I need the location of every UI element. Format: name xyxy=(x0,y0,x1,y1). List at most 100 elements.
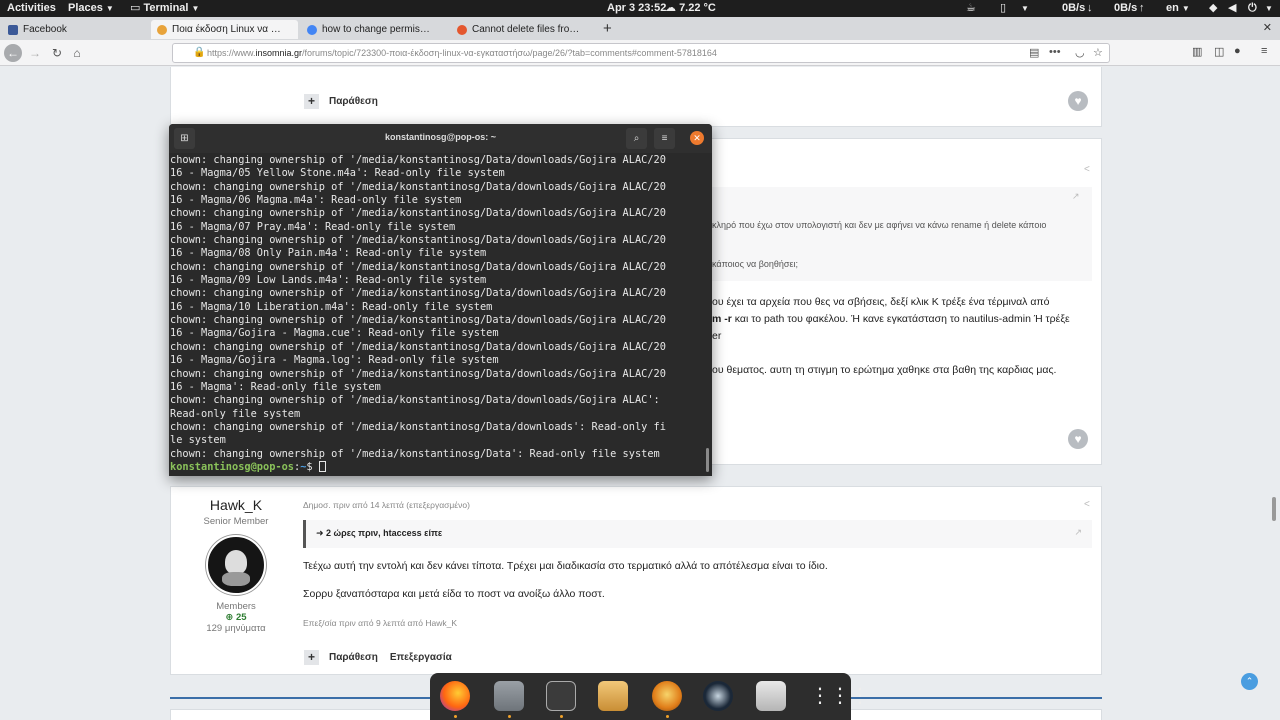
terminal-line: 16 - Magma/Gojira - Magma.cue': Read-onl… xyxy=(170,327,499,340)
back-button[interactable]: ← xyxy=(4,44,22,62)
close-window-icon[interactable]: ✕ xyxy=(1263,21,1272,34)
askubuntu-favicon-icon xyxy=(457,24,467,35)
terminal-line: chown: changing ownership of '/media/kon… xyxy=(170,180,666,193)
post-body-text: m -r και το path του φακέλου. Ή κανε εγκ… xyxy=(712,313,1070,325)
new-tab-button[interactable]: + xyxy=(603,20,612,37)
running-indicator xyxy=(454,715,457,718)
power-icon[interactable]: ⏻ xyxy=(1248,2,1257,15)
files-icon[interactable] xyxy=(494,681,524,711)
tab-askubuntu[interactable]: Cannot delete files from my ✕ xyxy=(451,20,599,39)
terminal-scrollbar[interactable] xyxy=(706,448,709,472)
sidebar-icon[interactable]: ◫ xyxy=(1214,45,1224,58)
quote-header[interactable]: ➜ 2 ώρες πριν, htaccess είπε xyxy=(316,528,442,539)
multiquote-button[interactable]: + xyxy=(304,650,319,665)
url-text[interactable]: https://www.insomnia.gr/forums/topic/723… xyxy=(207,48,717,58)
pocket-icon[interactable]: ◡ xyxy=(1075,46,1085,59)
text-cursor xyxy=(318,460,326,472)
author-group: Members xyxy=(216,601,256,612)
home-button[interactable]: ⌂ xyxy=(68,44,86,62)
reader-view-icon[interactable]: ▤ xyxy=(1029,46,1039,59)
places-menu[interactable]: Places ▼ xyxy=(68,2,114,15)
post-meta[interactable]: Δημοσ. πριν από 14 λεπτά (επεξεργασμένο) xyxy=(303,500,470,510)
url-bar[interactable]: 🔒 https://www.insomnia.gr/forums/topic/7… xyxy=(172,43,1110,63)
upload-arrow-icon: ↑ xyxy=(1139,2,1145,14)
terminal-prompt[interactable]: konstantinosg@pop-os:~$ xyxy=(170,460,703,474)
author-name[interactable]: Hawk_K xyxy=(170,497,302,513)
activities-button[interactable]: Activities xyxy=(7,2,56,15)
net-download-speed: 0B/s xyxy=(1062,2,1086,14)
search-icon[interactable]: ⌕ xyxy=(626,128,647,149)
page-actions-icon[interactable]: ••• xyxy=(1049,46,1061,58)
weather-indicator[interactable]: ☁ 7.22 °C xyxy=(665,2,716,15)
avatar[interactable] xyxy=(206,535,266,595)
terminal-line: chown: changing ownership of '/media/kon… xyxy=(170,420,666,433)
post-actions: + Παράθεση xyxy=(304,94,390,109)
terminal-line: chown: changing ownership of '/media/kon… xyxy=(170,260,666,273)
terminal-line: 16 - Magma/07 Pray.m4a': Read-only file … xyxy=(170,220,456,233)
page-scrollbar[interactable] xyxy=(1272,497,1276,521)
chevron-down-icon[interactable]: ▼ xyxy=(1262,2,1273,15)
prompt-symbol: $ xyxy=(306,460,319,473)
clock[interactable]: Apr 3 23:52 xyxy=(607,2,666,15)
library-icon[interactable]: ▥ xyxy=(1192,45,1202,58)
quote-button[interactable]: Παράθεση xyxy=(329,96,378,107)
quote-button[interactable]: Παράθεση xyxy=(329,652,378,663)
running-indicator xyxy=(560,715,563,718)
terminal-header-bar[interactable]: ⊞ konstantinosg@pop-os: ~ ⌕ ≡ ✕ xyxy=(169,124,712,153)
chevron-down-icon: ▼ xyxy=(191,4,200,13)
archive-manager-icon[interactable] xyxy=(598,681,628,711)
terminal-app-menu[interactable]: ▭ Terminal ▼ xyxy=(130,2,199,15)
keyboard-layout[interactable]: en ▼ xyxy=(1166,2,1190,15)
share-icon[interactable]: < xyxy=(1084,499,1090,510)
post-actions: + Παράθεση Επεξεργασία xyxy=(304,650,464,665)
browser-nav-bar: ← → ↻ ⌂ 🔒 https://www.insomnia.gr/forums… xyxy=(0,40,1280,66)
scroll-to-top-button[interactable]: ⌃ xyxy=(1241,673,1258,690)
terminal-window: ⊞ konstantinosg@pop-os: ~ ⌕ ≡ ✕ chown: c… xyxy=(169,124,712,476)
hamburger-menu-icon[interactable]: ≡ xyxy=(654,128,675,149)
firefox-icon[interactable] xyxy=(440,681,470,711)
facebook-favicon-icon xyxy=(8,24,18,35)
multiquote-button[interactable]: + xyxy=(304,94,319,109)
quote-link-icon[interactable]: ↗ xyxy=(1072,191,1080,202)
coffee-icon[interactable]: ☕ xyxy=(966,2,976,15)
app-grid-icon[interactable]: ⋮⋮⋮ xyxy=(810,681,870,711)
quote-text: κάποιος να βοηθήσει; xyxy=(712,259,798,269)
running-indicator xyxy=(666,715,669,718)
terminal-line: le system xyxy=(170,434,226,447)
tab-insomnia[interactable]: Ποια έκδοση Linux να εγκαταστήσω ✕ xyxy=(151,20,298,39)
tab-google-search[interactable]: how to change permissions ✕ xyxy=(301,20,447,39)
quote-link-icon[interactable]: ↗ xyxy=(1074,527,1082,538)
download-arrow-icon: ↓ xyxy=(1087,2,1093,14)
steam-icon[interactable] xyxy=(703,681,733,711)
terminal-line: chown: changing ownership of '/media/kon… xyxy=(170,207,666,220)
like-heart-icon[interactable]: ♥ xyxy=(1068,91,1088,111)
terminal-line: 16 - Magma/05 Yellow Stone.m4a': Read-on… xyxy=(170,167,505,180)
post-body-text: ου θεματος. αυτη τη στιγμη το ερώτημα χα… xyxy=(712,364,1057,376)
terminal-line: chown: changing ownership of '/media/kon… xyxy=(170,367,666,380)
share-icon[interactable]: < xyxy=(1084,164,1090,175)
forward-button[interactable]: → xyxy=(26,44,44,62)
terminal-line: chown: changing ownership of '/media/kon… xyxy=(170,287,666,300)
tab-facebook[interactable]: Facebook ✕ xyxy=(2,20,148,39)
volume-icon[interactable]: ◀ xyxy=(1228,2,1236,15)
terminal-line: chown: changing ownership of '/media/kon… xyxy=(170,234,666,247)
clipboard-icon[interactable]: ▯ xyxy=(1000,2,1006,15)
reputation-badge: ⊕ 25 xyxy=(225,612,247,623)
terminal-icon[interactable] xyxy=(546,681,576,711)
pop-shop-icon[interactable] xyxy=(756,681,786,711)
browser-icon[interactable] xyxy=(652,681,682,711)
prompt-user: konstantinosg@pop-os xyxy=(170,460,294,473)
post-card xyxy=(170,486,1102,675)
lock-icon[interactable]: 🔒 xyxy=(193,47,205,58)
terminal-output[interactable]: chown: changing ownership of '/media/kon… xyxy=(170,153,703,476)
bookmark-star-icon[interactable]: ☆ xyxy=(1093,46,1103,59)
quote-text: κληρό που έχω στον υπολογιστή και δεν με… xyxy=(712,220,1047,230)
close-icon[interactable]: ✕ xyxy=(690,131,704,145)
wifi-icon[interactable]: ◆ xyxy=(1209,2,1217,15)
edit-button[interactable]: Επεξεργασία xyxy=(390,652,452,663)
like-heart-icon[interactable]: ♥ xyxy=(1068,429,1088,449)
menu-icon[interactable]: ≡ xyxy=(1261,45,1267,57)
chevron-down-icon[interactable]: ▼ xyxy=(1018,2,1029,15)
extension-icon[interactable]: ● xyxy=(1234,45,1241,57)
reload-button[interactable]: ↻ xyxy=(48,44,66,62)
